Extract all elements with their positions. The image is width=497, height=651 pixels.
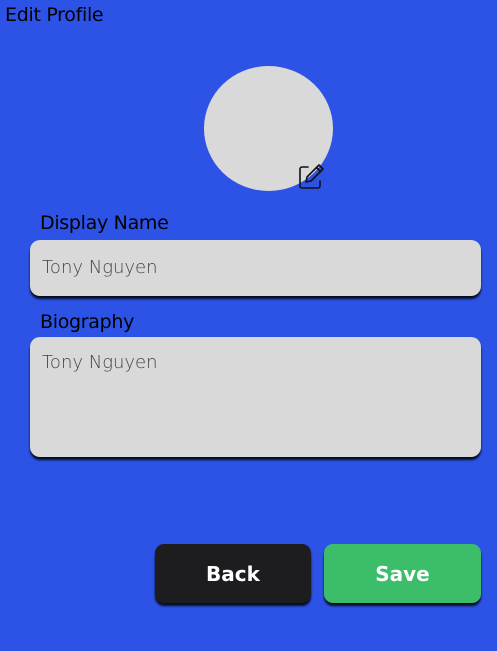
display-name-label: Display Name <box>40 212 169 234</box>
display-name-input[interactable] <box>30 240 481 296</box>
page-title: Edit Profile <box>5 4 104 26</box>
biography-label: Biography <box>40 311 135 333</box>
biography-textarea[interactable]: Tony Nguyen <box>30 337 481 457</box>
back-button[interactable]: Back <box>155 544 311 603</box>
save-button[interactable]: Save <box>324 544 481 603</box>
edit-pencil-icon[interactable] <box>296 162 326 192</box>
